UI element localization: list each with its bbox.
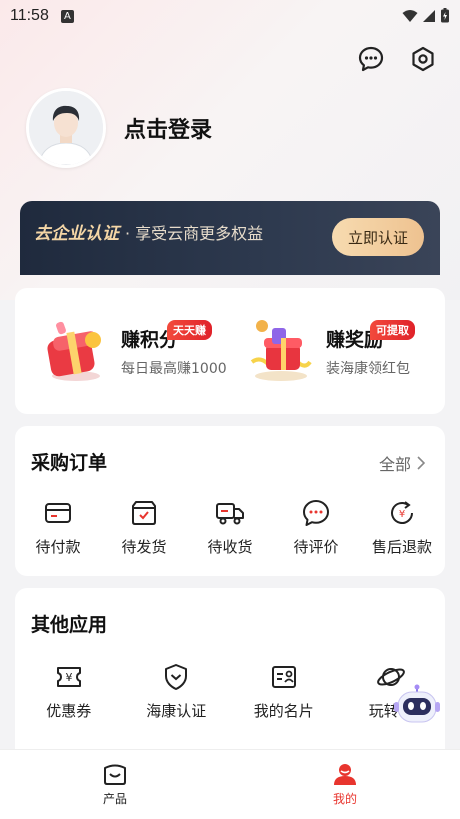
pending-shipment-label: 待发货 xyxy=(121,538,167,556)
apps-row: ¥ 优惠券 海康认证 我的名片 玩转云 xyxy=(15,662,445,721)
my-namecard-label: 我的名片 xyxy=(253,702,314,720)
svg-text:¥: ¥ xyxy=(65,671,72,684)
tab-products[interactable]: 产品 xyxy=(0,750,230,819)
reward-giftbox-icon xyxy=(248,318,314,384)
status-icons xyxy=(402,8,450,23)
points-gift-icon xyxy=(43,318,109,384)
shield-icon xyxy=(161,662,191,692)
view-all-orders-link[interactable]: 全部 xyxy=(379,451,425,475)
enterprise-cert-banner[interactable]: 去企业认证 · 享受云商更多权益 立即认证 xyxy=(20,201,440,275)
withdrawable-tag: 可提取 xyxy=(370,320,415,340)
purchase-orders-card: 采购订单 全部 待付款 待发货 待收货 待评价 ¥ 售后退款 xyxy=(15,426,445,576)
earn-points-entry[interactable]: 赚积分 每日最高赚1000 天天赚 xyxy=(15,288,240,414)
wifi-icon xyxy=(402,9,418,22)
earn-rewards-entry[interactable]: 赚奖励 装海康领红包 可提取 xyxy=(240,288,445,414)
pending-shipment-button[interactable]: 待发货 xyxy=(101,498,187,557)
status-time: 11:58 xyxy=(10,7,49,24)
assistant-robot-button[interactable] xyxy=(392,684,442,728)
coupon-icon: ¥ xyxy=(54,662,84,692)
apps-title: 其他应用 xyxy=(31,614,108,636)
svg-text:¥: ¥ xyxy=(399,509,405,520)
pending-payment-button[interactable]: 待付款 xyxy=(15,498,101,557)
order-status-row: 待付款 待发货 待收货 待评价 ¥ 售后退款 xyxy=(15,498,445,557)
notification-a-icon: A xyxy=(60,9,74,23)
chevron-right-icon xyxy=(417,456,425,470)
orders-title: 采购订单 xyxy=(31,452,108,474)
user-icon xyxy=(334,764,356,785)
certify-now-button[interactable]: 立即认证 xyxy=(331,218,424,256)
default-avatar-icon xyxy=(29,91,103,165)
truck-icon xyxy=(215,498,245,528)
earn-rewards-desc: 装海康领红包 xyxy=(326,360,410,377)
view-all-label: 全部 xyxy=(378,455,411,474)
signal-icon xyxy=(423,9,435,22)
after-sales-refund-button[interactable]: ¥ 售后退款 xyxy=(359,498,445,557)
pending-payment-label: 待付款 xyxy=(35,538,81,556)
my-namecard-button[interactable]: 我的名片 xyxy=(230,662,338,721)
avatar[interactable] xyxy=(26,88,106,168)
earn-points-desc: 每日最高赚1000 xyxy=(121,360,227,377)
refund-icon: ¥ xyxy=(387,498,417,528)
cert-title: 去企业认证 xyxy=(34,224,119,244)
tab-products-label: 产品 xyxy=(102,792,127,806)
coupons-button[interactable]: ¥ 优惠券 xyxy=(15,662,123,721)
rewards-card: 赚积分 每日最高赚1000 天天赚 赚奖励 装海康领红包 可提取 xyxy=(15,288,445,414)
hikvision-cert-button[interactable]: 海康认证 xyxy=(123,662,231,721)
pending-review-label: 待评价 xyxy=(293,538,339,556)
status-bar: 11:58 A xyxy=(0,0,460,32)
tab-mine-label: 我的 xyxy=(332,792,357,806)
header-actions xyxy=(356,44,438,74)
login-link[interactable]: 点击登录 xyxy=(124,112,212,144)
after-sales-refund-label: 售后退款 xyxy=(371,538,432,556)
pending-receipt-label: 待收货 xyxy=(207,538,253,556)
tab-mine[interactable]: 我的 xyxy=(230,750,460,819)
pending-receipt-button[interactable]: 待收货 xyxy=(187,498,273,557)
hikvision-cert-label: 海康认证 xyxy=(146,702,207,720)
card-icon xyxy=(43,498,73,528)
battery-icon xyxy=(441,8,449,23)
profile-section[interactable]: 点击登录 xyxy=(26,88,212,168)
gear-icon xyxy=(412,46,434,72)
robot-assistant-icon xyxy=(394,684,440,723)
message-button[interactable] xyxy=(356,44,386,74)
products-icon xyxy=(104,764,126,785)
box-icon xyxy=(129,498,159,528)
pending-review-button[interactable]: 待评价 xyxy=(273,498,359,557)
message-icon xyxy=(358,46,384,72)
bottom-tab-bar: 产品 我的 xyxy=(0,749,460,819)
namecard-icon xyxy=(269,662,299,692)
daily-earn-tag: 天天赚 xyxy=(167,320,212,340)
coupons-label: 优惠券 xyxy=(46,702,92,720)
cert-subtitle: · 享受云商更多权益 xyxy=(125,224,264,243)
settings-button[interactable] xyxy=(408,44,438,74)
chat-icon xyxy=(301,498,331,528)
